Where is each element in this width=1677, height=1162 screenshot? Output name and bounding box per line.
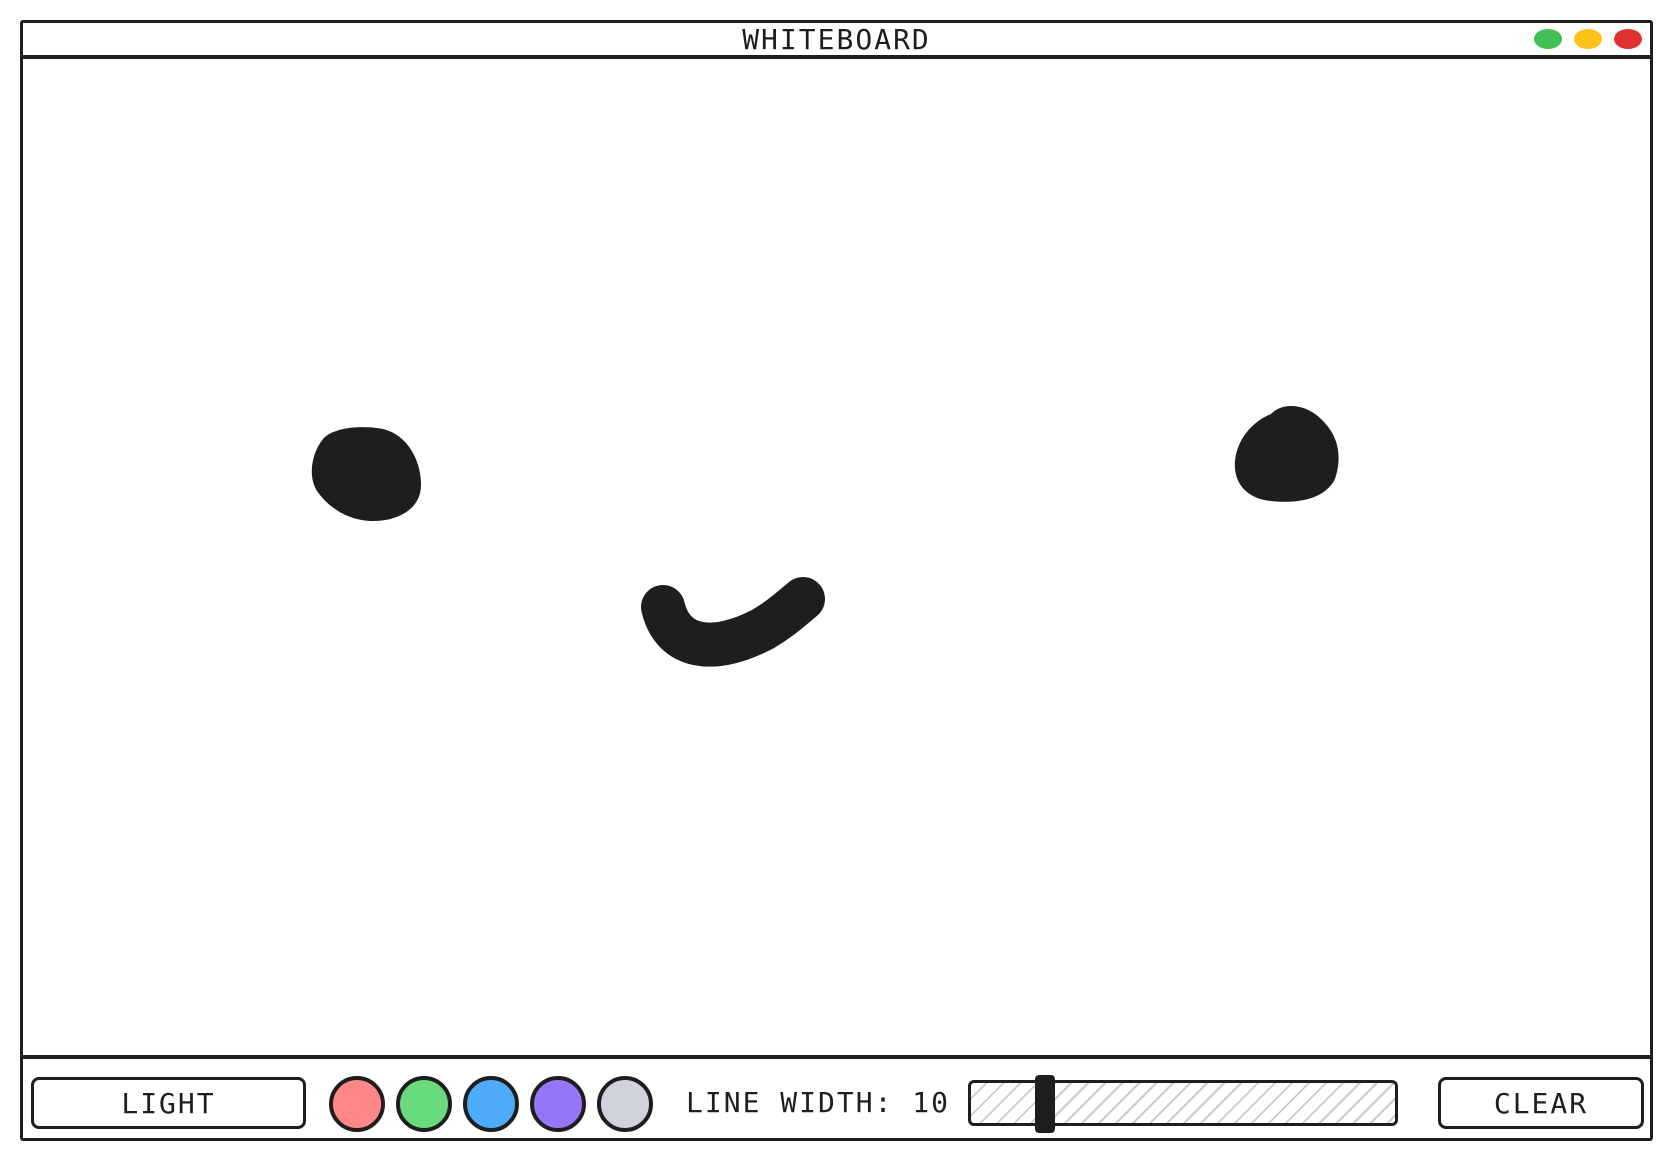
theme-toggle-button[interactable]: LIGHT [31,1077,306,1129]
window-controls [1534,29,1642,49]
line-width-slider[interactable] [968,1075,1398,1133]
left-eye-stroke [311,427,421,521]
line-width-slider-thumb[interactable] [1035,1075,1055,1133]
color-swatch-gray[interactable] [597,1076,653,1132]
color-swatch-purple[interactable] [530,1076,586,1132]
line-width-label: LINE WIDTH: 10 [686,1086,951,1119]
maximize-button[interactable] [1534,29,1562,49]
bottom-toolbar: LIGHT LINE WIDTH: 10 CLEAR [23,1063,1650,1141]
color-swatch-blue[interactable] [463,1076,519,1132]
minimize-button[interactable] [1574,29,1602,49]
close-button[interactable] [1614,29,1642,49]
color-swatch-red[interactable] [329,1076,385,1132]
smile-stroke [641,577,825,667]
whiteboard-window: WHITEBOARD LIGHT LINE WIDTH: 10 CLEAR [20,20,1653,1141]
clear-button[interactable]: CLEAR [1438,1077,1644,1129]
drawing-layer [311,405,1339,667]
right-eye-stroke [1234,405,1339,502]
color-swatch-green[interactable] [396,1076,452,1132]
title-bar: WHITEBOARD [23,23,1650,59]
drawing-canvas[interactable] [23,59,1650,1059]
window-title: WHITEBOARD [742,23,931,56]
